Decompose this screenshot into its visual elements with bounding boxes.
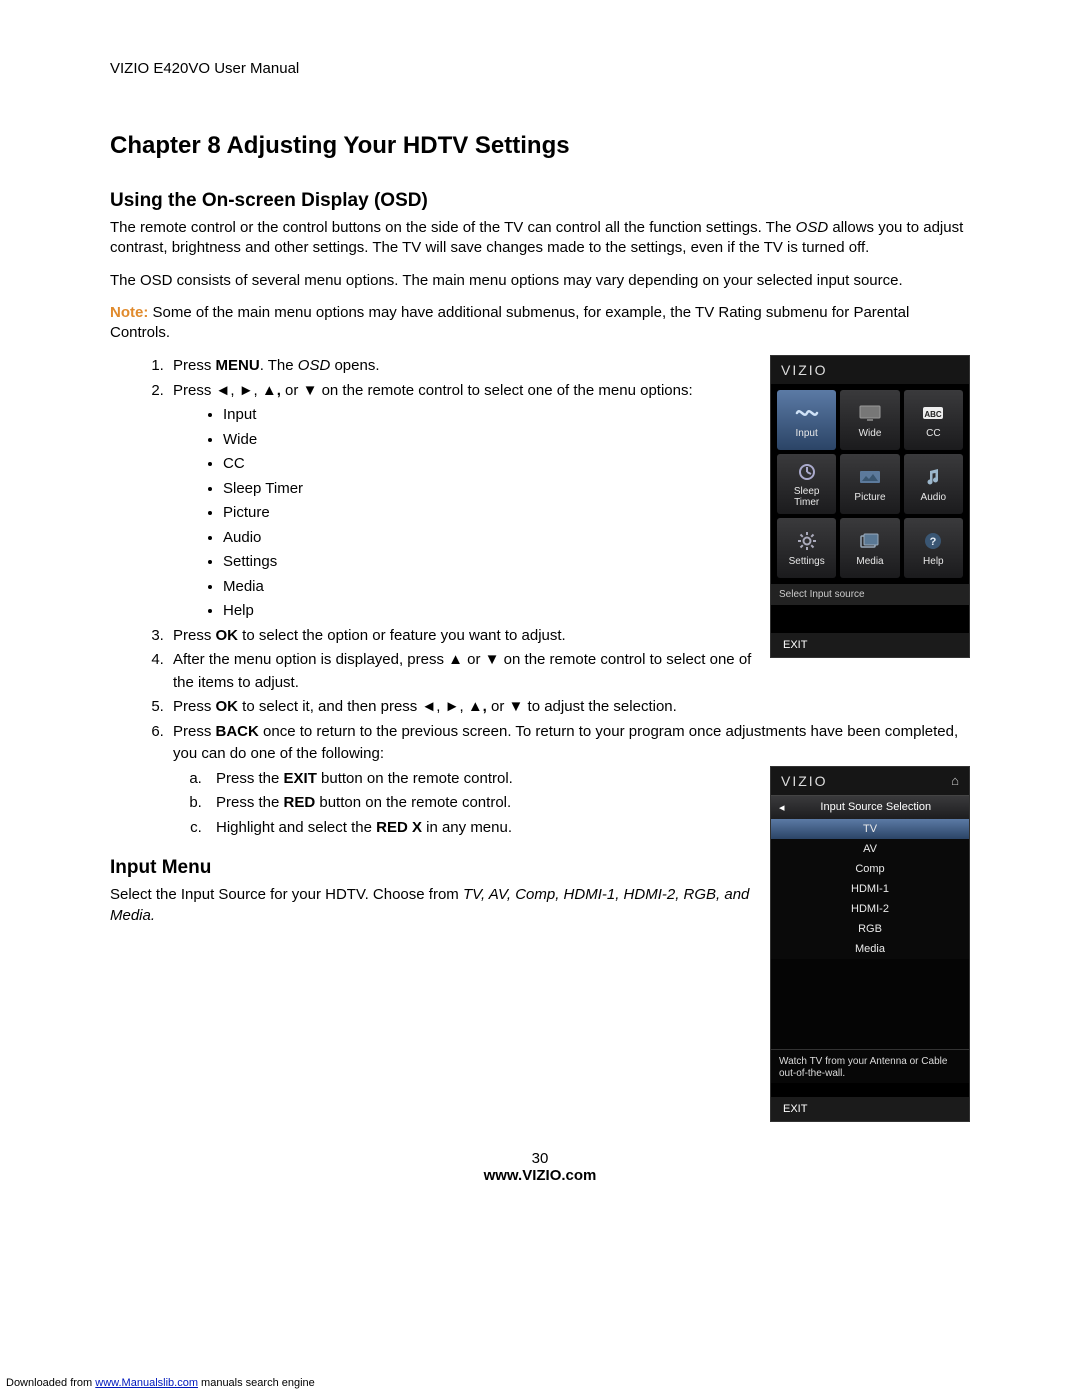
input-description: Watch TV from your Antenna or Cable out-… (771, 1049, 969, 1083)
music-note-icon (919, 466, 947, 488)
vizio-logo: VIZIO (781, 773, 828, 789)
osd-exit-button[interactable]: EXIT (771, 633, 969, 657)
input-item-tv[interactable]: TV (771, 819, 969, 839)
home-icon[interactable]: ⌂ (951, 773, 959, 788)
svg-text:?: ? (930, 536, 937, 548)
section-input-title: Input Menu (110, 857, 758, 879)
osd-tile-cc[interactable]: ABC CC (904, 390, 963, 450)
gear-icon (793, 530, 821, 552)
step-3: Press OK to select the option or feature… (168, 625, 758, 648)
picture-icon (856, 466, 884, 488)
osd-paragraph-2: The OSD consists of several menu options… (110, 271, 970, 291)
osd-steps-list-cont: Press OK to select it, and then press ◄,… (110, 696, 970, 766)
site-url: www.VIZIO.com (110, 1167, 970, 1184)
list-item: Settings (223, 551, 758, 574)
step-4: After the menu option is displayed, pres… (168, 649, 758, 694)
page-footer: 30 www.VIZIO.com (110, 1150, 970, 1184)
list-item: Input (223, 404, 758, 427)
input-source-list: TV AV Comp HDMI-1 HDMI-2 RGB Media (771, 819, 969, 1049)
input-exit-button[interactable]: EXIT (771, 1097, 969, 1121)
osd-tile-help[interactable]: ? Help (904, 518, 963, 578)
section-osd-title: Using the On-screen Display (OSD) (110, 190, 970, 212)
osd-note: Note: Some of the main menu options may … (110, 303, 970, 344)
chapter-title: Chapter 8 Adjusting Your HDTV Settings (110, 132, 970, 160)
list-item: Audio (223, 527, 758, 550)
step-6: Press BACK once to return to the previou… (168, 721, 970, 766)
osd-tile-media[interactable]: Media (840, 518, 899, 578)
list-item: Media (223, 576, 758, 599)
list-item: CC (223, 453, 758, 476)
input-item-hdmi1[interactable]: HDMI-1 (771, 879, 969, 899)
list-item: Picture (223, 502, 758, 525)
clock-icon (793, 460, 821, 482)
download-footer: Downloaded from www.Manualslib.com manua… (6, 1377, 315, 1389)
step-5: Press OK to select it, and then press ◄,… (168, 696, 970, 719)
list-item: Wide (223, 429, 758, 452)
osd-main-menu: VIZIO Input Wide ABC CC (770, 355, 970, 658)
osd-tile-input[interactable]: Input (777, 390, 836, 450)
monitor-icon (856, 402, 884, 424)
input-item-av[interactable]: AV (771, 839, 969, 859)
osd-grid: Input Wide ABC CC Sleep Timer (771, 384, 969, 584)
manualslib-link[interactable]: www.Manualslib.com (95, 1377, 198, 1389)
list-item: Sleep Timer (223, 478, 758, 501)
question-icon: ? (919, 530, 947, 552)
osd-tile-wide[interactable]: Wide (840, 390, 899, 450)
input-title-bar: ◂ Input Source Selection (771, 795, 969, 819)
menu-options-list: Input Wide CC Sleep Timer Picture Audio … (223, 404, 758, 623)
list-item: Help (223, 600, 758, 623)
osd-paragraph-1: The remote control or the control button… (110, 218, 970, 259)
note-label: Note: (110, 304, 148, 321)
substep-b: Press the RED button on the remote contr… (206, 792, 758, 815)
osd-tile-sleep[interactable]: Sleep Timer (777, 454, 836, 514)
input-source-panel: VIZIO ⌂ ◂ Input Source Selection TV AV C… (770, 766, 970, 1122)
svg-text:ABC: ABC (925, 410, 943, 419)
osd-tile-settings[interactable]: Settings (777, 518, 836, 578)
substep-a: Press the EXIT button on the remote cont… (206, 768, 758, 791)
substep-c: Highlight and select the RED X in any me… (206, 817, 758, 840)
osd-steps-list: Press MENU. The OSD opens. Press ◄, ►, ▲… (110, 355, 758, 694)
input-paragraph: Select the Input Source for your HDTV. C… (110, 885, 758, 926)
page-number: 30 (110, 1150, 970, 1167)
doc-header: VIZIO E420VO User Manual (110, 60, 970, 77)
cable-icon (793, 402, 821, 424)
cc-icon: ABC (919, 402, 947, 424)
back-icon[interactable]: ◂ (779, 801, 785, 814)
media-icon (856, 530, 884, 552)
substeps-list: Press the EXIT button on the remote cont… (206, 768, 758, 840)
osd-status-text: Select Input source (771, 584, 969, 605)
input-item-media[interactable]: Media (771, 939, 969, 959)
vizio-logo: VIZIO (771, 356, 969, 384)
osd-tile-audio[interactable]: Audio (904, 454, 963, 514)
osd-tile-picture[interactable]: Picture (840, 454, 899, 514)
step-2: Press ◄, ►, ▲, or ▼ on the remote contro… (168, 380, 758, 623)
step-1: Press MENU. The OSD opens. (168, 355, 758, 378)
input-item-hdmi2[interactable]: HDMI-2 (771, 899, 969, 919)
input-item-comp[interactable]: Comp (771, 859, 969, 879)
input-item-rgb[interactable]: RGB (771, 919, 969, 939)
